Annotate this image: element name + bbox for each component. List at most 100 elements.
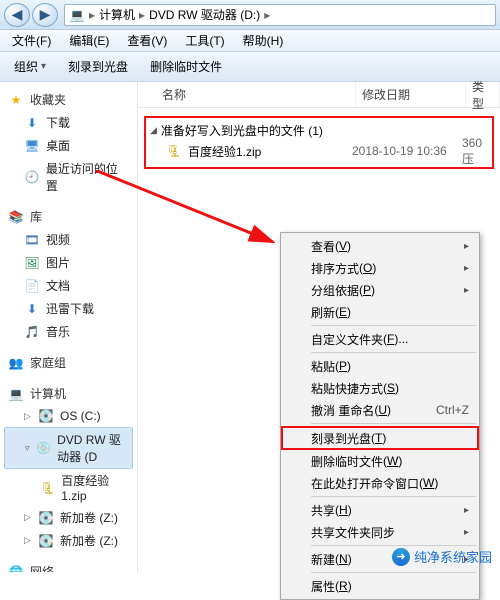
crumb-computer[interactable]: 计算机 [99,6,135,23]
toolbar: 组织 刻录到光盘 删除临时文件 [0,52,500,82]
nav-videos[interactable]: 🎞 视频 [0,228,137,251]
nav-dvd-drive[interactable]: ▿💿DVD RW 驱动器 (D [4,427,133,469]
nav-downloads-label: 下载 [46,114,70,131]
col-name[interactable]: 名称 [156,82,356,107]
nav-xunlei-label: 迅雷下载 [46,300,94,317]
ctx-group[interactable]: 分组依据(P) [283,279,477,301]
ctx-view[interactable]: 查看(V) [283,235,477,257]
toolbar-burn[interactable]: 刻录到光盘 [62,56,134,77]
menu-edit[interactable]: 编辑(E) [61,30,117,51]
ctx-customize-folder[interactable]: 自定义文件夹(F)... [283,328,477,350]
star-icon: ★ [8,92,24,108]
download-icon: ⬇ [24,115,40,131]
separator [311,423,476,424]
crumb-dvd[interactable]: DVD RW 驱动器 (D:) [149,6,260,23]
ctx-undo-shortcut: Ctrl+Z [436,403,469,417]
nav-network[interactable]: 🌐网络 [0,560,137,572]
collapse-icon: ◢ [150,125,157,136]
nav-volume-2-label: 新加卷 (Z:) [60,532,118,549]
drive-icon: 💽 [38,533,54,549]
nav-pictures-label: 图片 [46,254,70,271]
toolbar-organize[interactable]: 组织 [8,56,52,77]
nav-music[interactable]: 🎵音乐 [0,320,137,343]
expand-icon: ▷ [24,535,32,546]
menu-tools[interactable]: 工具(T) [177,30,232,51]
file-name: 百度经验1.zip [188,143,261,160]
zip-icon: 🗜 [40,480,55,496]
drive-icon: 💽 [38,510,54,526]
chevron-right-icon: ▸ [264,8,270,22]
nav-favorites[interactable]: ★ 收藏夹 [0,88,137,111]
nav-pictures[interactable]: 🖼图片 [0,251,137,274]
nav-downloads[interactable]: ⬇ 下载 [0,111,137,134]
video-icon: 🎞 [24,232,40,248]
chevron-right-icon: ▸ [139,8,145,22]
nav-homegroup[interactable]: 👥家庭组 [0,351,137,374]
separator [311,572,476,573]
ctx-share[interactable]: 共享(H) [283,499,477,521]
file-type: 360压 [456,136,488,167]
nav-volume-2[interactable]: ▷ 💽 新加卷 (Z:) [0,529,137,552]
nav-desktop[interactable]: 🖥桌面 [0,134,137,157]
nav-desktop-label: 桌面 [46,137,70,154]
ctx-undo[interactable]: 撤消 重命名(U)Ctrl+Z [283,399,477,421]
ctx-sync[interactable]: 共享文件夹同步 [283,521,477,543]
nav-recent[interactable]: 🕘 最近访问的位置 [0,157,137,197]
ctx-paste[interactable]: 粘贴(P) [283,355,477,377]
nav-pane: ★收藏夹 ⬇下载 🖥桌面 🕘最近访问的位置 📚库 🎞视频 🖼图片 📄文档 ⬇迅雷… [0,82,138,572]
ctx-properties[interactable]: 属性(R) [283,575,477,597]
ctx-refresh[interactable]: 刷新(E) [283,301,477,323]
collapse-icon: ▿ [25,443,30,454]
column-headers: 名称 修改日期 类型 [138,82,500,108]
expand-icon: ▷ [24,512,32,523]
nav-recent-label: 最近访问的位置 [46,160,129,194]
nav-documents[interactable]: 📄 文档 [0,274,137,297]
nav-zip-file[interactable]: 🗜百度经验1.zip [0,469,137,506]
menu-file[interactable]: 文件(F) [4,30,59,51]
separator [311,325,476,326]
watermark: ➜ 纯净系统家园 [392,547,492,566]
separator [311,545,476,546]
ctx-sort[interactable]: 排序方式(O) [283,257,477,279]
expand-icon: ▷ [24,411,32,422]
crumb-root[interactable]: 💻 [69,7,85,23]
nav-libraries[interactable]: 📚库 [0,205,137,228]
toolbar-delete-temp[interactable]: 删除临时文件 [144,56,228,77]
nav-documents-label: 文档 [46,277,70,294]
ctx-open-cmd[interactable]: 在此处打开命令窗口(W) [283,472,477,494]
watermark-logo-icon: ➜ [392,548,410,566]
ctx-burn-to-disc[interactable]: 刻录到光盘(T) [281,426,479,450]
nav-drive-c[interactable]: ▷💽OS (C:) [0,405,137,427]
nav-favorites-label: 收藏夹 [30,91,66,108]
file-group-header[interactable]: ◢ 准备好写入到光盘中的文件 (1) [150,120,488,141]
ctx-delete-temp[interactable]: 删除临时文件(W) [283,450,477,472]
chevron-right-icon: ▸ [89,8,95,22]
nav-computer[interactable]: 💻计算机 [0,382,137,405]
col-type[interactable]: 类型 [466,82,500,107]
col-date[interactable]: 修改日期 [356,82,466,107]
watermark-text: 纯净系统家园 [414,547,492,566]
document-icon: 📄 [24,278,40,294]
nav-computer-label: 计算机 [30,385,66,402]
nav-volume-1[interactable]: ▷💽新加卷 (Z:) [0,506,137,529]
annotation-box: ◢ 准备好写入到光盘中的文件 (1) 🗜百度经验1.zip 2018-10-19… [144,116,494,169]
file-group-header-label: 准备好写入到光盘中的文件 (1) [161,122,323,139]
file-row[interactable]: 🗜百度经验1.zip 2018-10-19 10:36 360压 [150,141,488,161]
back-button[interactable]: ◀ [4,3,30,27]
download-icon: ⬇ [24,301,40,317]
recent-icon: 🕘 [24,169,40,185]
menu-help[interactable]: 帮助(H) [235,30,292,51]
nav-libraries-label: 库 [30,208,42,225]
menu-view[interactable]: 查看(V) [119,30,175,51]
library-icon: 📚 [8,209,24,225]
nav-music-label: 音乐 [46,323,70,340]
nav-xunlei[interactable]: ⬇ 迅雷下载 [0,297,137,320]
breadcrumb[interactable]: 💻 ▸ 计算机 ▸ DVD RW 驱动器 (D:) ▸ [64,4,496,26]
nav-videos-label: 视频 [46,231,70,248]
nav-homegroup-label: 家庭组 [30,354,66,371]
forward-button[interactable]: ▶ [32,3,58,27]
nav-network-label: 网络 [30,563,54,572]
file-list[interactable]: ◢ 准备好写入到光盘中的文件 (1) 🗜百度经验1.zip 2018-10-19… [138,108,500,175]
ctx-paste-shortcut[interactable]: 粘贴快捷方式(S) [283,377,477,399]
menubar: 文件(F) 编辑(E) 查看(V) 工具(T) 帮助(H) [0,30,500,52]
